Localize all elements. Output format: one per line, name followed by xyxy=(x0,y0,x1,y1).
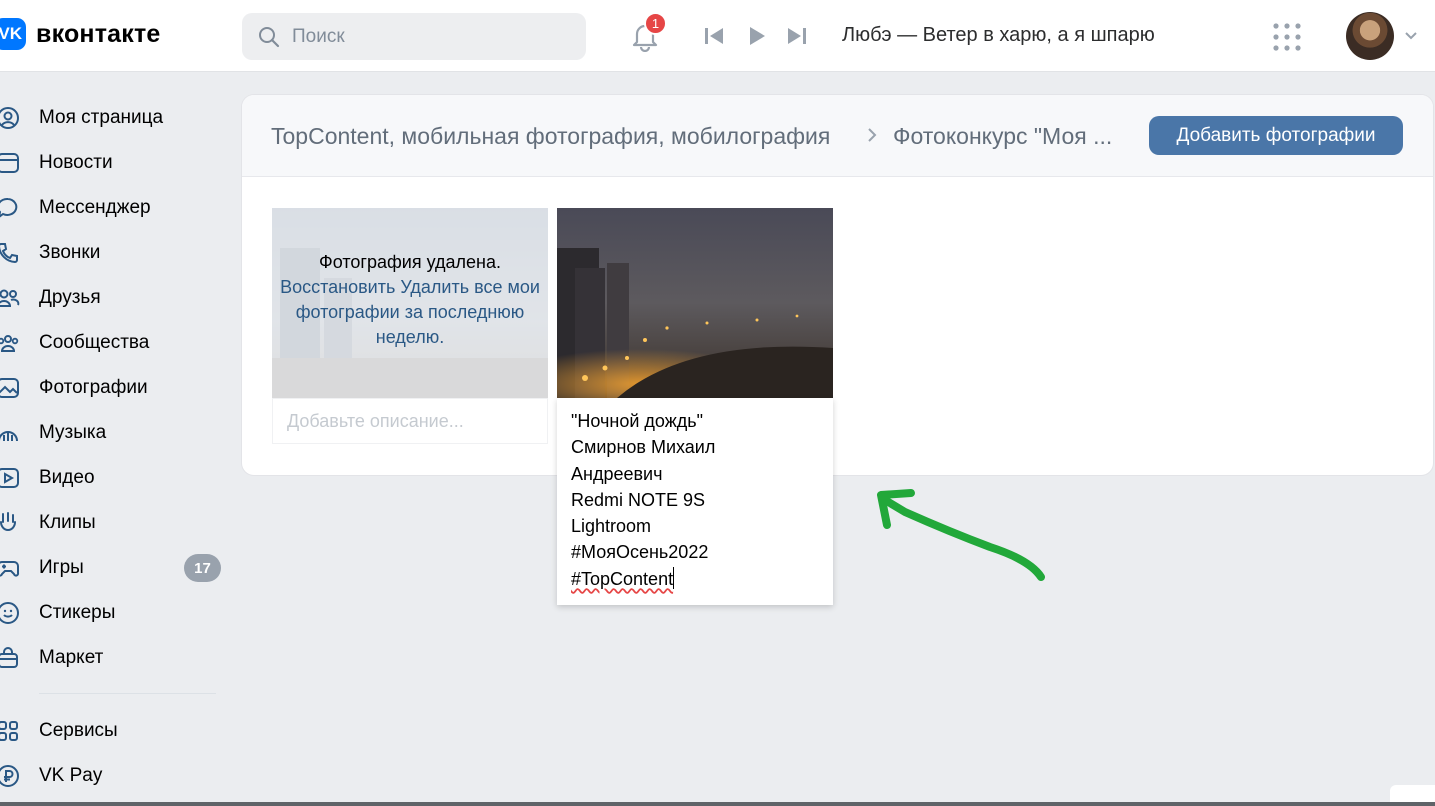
annotation-arrow-icon xyxy=(877,489,1045,581)
window-bottom-border xyxy=(0,802,1435,806)
